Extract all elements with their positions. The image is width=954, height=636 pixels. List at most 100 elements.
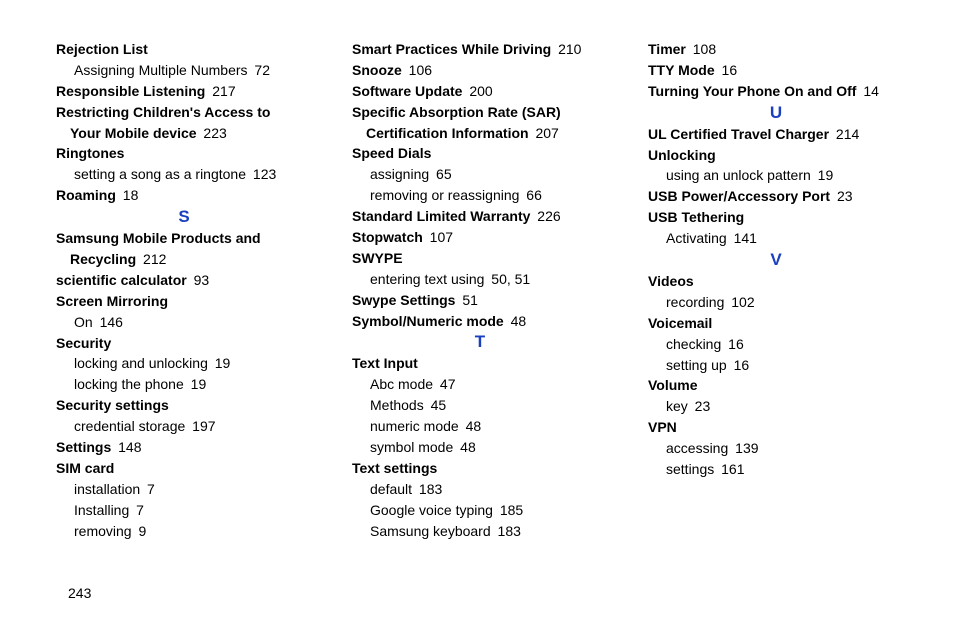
index-subentry: locking the phone 19 <box>56 375 312 394</box>
entry-text: Unlocking <box>648 147 716 163</box>
index-topic: USB Power/Accessory Port 23 <box>648 187 904 206</box>
index-topic: Smart Practices While Driving 210 <box>352 40 608 59</box>
entry-text: Roaming <box>56 187 116 203</box>
entry-text: Standard Limited Warranty <box>352 208 530 224</box>
index-topic: scientific calculator 93 <box>56 271 312 290</box>
index-topic: Software Update 200 <box>352 82 608 101</box>
entry-page: 107 <box>426 229 453 245</box>
entry-page: 7 <box>132 502 144 518</box>
entry-page: 93 <box>190 272 209 288</box>
index-topic: Standard Limited Warranty 226 <box>352 207 608 226</box>
entry-page: 148 <box>114 439 141 455</box>
entry-text: Snooze <box>352 62 402 78</box>
entry-text: checking <box>666 336 721 352</box>
entry-text: TTY Mode <box>648 62 715 78</box>
index-topic: Voicemail <box>648 314 904 333</box>
entry-text: Text settings <box>352 460 437 476</box>
entry-text: removing or reassigning <box>370 187 519 203</box>
index-topic: Turning Your Phone On and Off 14 <box>648 82 904 101</box>
index-page: Rejection List Assigning Multiple Numbers… <box>0 0 954 562</box>
index-subentry: Installing 7 <box>56 501 312 520</box>
index-topic: Screen Mirroring <box>56 292 312 311</box>
entry-text: Assigning Multiple Numbers <box>74 62 248 78</box>
index-topic: Security <box>56 334 312 353</box>
index-topic: Symbol/Numeric mode 48 <box>352 312 608 331</box>
entry-text: Activating <box>666 230 727 246</box>
entry-text: Turning Your Phone On and Off <box>648 83 856 99</box>
index-subentry: locking and unlocking 19 <box>56 354 312 373</box>
entry-text: Rejection List <box>56 41 148 57</box>
entry-page: 23 <box>833 188 852 204</box>
entry-page: 9 <box>135 523 147 539</box>
entry-text: setting a song as a ringtone <box>74 166 246 182</box>
index-subentry: key 23 <box>648 397 904 416</box>
index-topic-cont: Certification Information 207 <box>352 124 608 143</box>
entry-page: 51 <box>458 292 477 308</box>
entry-text: Smart Practices While Driving <box>352 41 551 57</box>
entry-page: 183 <box>415 481 442 497</box>
entry-page: 72 <box>251 62 270 78</box>
index-subentry: numeric mode 48 <box>352 417 608 436</box>
entry-page: 16 <box>724 336 743 352</box>
index-topic: VPN <box>648 418 904 437</box>
entry-text: Your Mobile device <box>70 125 197 141</box>
index-subentry: Methods 45 <box>352 396 608 415</box>
entry-page: 23 <box>691 398 710 414</box>
entry-text: Voicemail <box>648 315 712 331</box>
index-subentry: accessing 139 <box>648 439 904 458</box>
entry-page: 45 <box>427 397 446 413</box>
index-topic: USB Tethering <box>648 208 904 227</box>
entry-page: 65 <box>432 166 451 182</box>
entry-text: setting up <box>666 357 727 373</box>
entry-text: Swype Settings <box>352 292 455 308</box>
entry-text: Speed Dials <box>352 145 431 161</box>
entry-text: SIM card <box>56 460 114 476</box>
index-topic: Responsible Listening 217 <box>56 82 312 101</box>
index-subentry: Google voice typing 185 <box>352 501 608 520</box>
entry-page: 210 <box>554 41 581 57</box>
entry-text: Recycling <box>70 251 136 267</box>
entry-text: Restricting Children's Access to <box>56 104 270 120</box>
entry-text: Security settings <box>56 397 169 413</box>
index-topic: TTY Mode 16 <box>648 61 904 80</box>
index-subentry: using an unlock pattern 19 <box>648 166 904 185</box>
entry-text: UL Certified Travel Charger <box>648 126 829 142</box>
index-subentry: removing 9 <box>56 522 312 541</box>
index-topic: Security settings <box>56 396 312 415</box>
index-topic: Specific Absorption Rate (SAR) <box>352 103 608 122</box>
index-topic: Roaming 18 <box>56 186 312 205</box>
index-subentry: recording 102 <box>648 293 904 312</box>
index-subentry: credential storage 197 <box>56 417 312 436</box>
entry-page: 217 <box>208 83 235 99</box>
index-subentry: checking 16 <box>648 335 904 354</box>
entry-text: Certification Information <box>366 125 529 141</box>
index-topic: Volume <box>648 376 904 395</box>
entry-page: 207 <box>532 125 559 141</box>
entry-page: 48 <box>507 313 526 329</box>
entry-page: 197 <box>188 418 215 434</box>
entry-text: Methods <box>370 397 424 413</box>
entry-text: scientific calculator <box>56 272 187 288</box>
entry-text: installation <box>74 481 140 497</box>
entry-text: Text Input <box>352 355 418 371</box>
entry-text: numeric mode <box>370 418 459 434</box>
index-subentry: symbol mode 48 <box>352 438 608 457</box>
index-topic: Ringtones <box>56 144 312 163</box>
entry-text: Volume <box>648 377 698 393</box>
entry-page: 19 <box>211 355 230 371</box>
section-letter-v: V <box>648 250 904 270</box>
entry-text: Installing <box>74 502 129 518</box>
page-number: 243 <box>68 585 91 601</box>
entry-text: Responsible Listening <box>56 83 205 99</box>
entry-text: Stopwatch <box>352 229 423 245</box>
index-topic: Stopwatch 107 <box>352 228 608 247</box>
index-topic: UL Certified Travel Charger 214 <box>648 125 904 144</box>
entry-page: 161 <box>717 461 744 477</box>
entry-page: 19 <box>187 376 206 392</box>
index-column-2: Smart Practices While Driving 210Snooze … <box>352 40 608 542</box>
index-subentry: assigning 65 <box>352 165 608 184</box>
entry-page: 183 <box>494 523 521 539</box>
index-subentry: setting a song as a ringtone 123 <box>56 165 312 184</box>
entry-text: Software Update <box>352 83 462 99</box>
index-topic: Speed Dials <box>352 144 608 163</box>
